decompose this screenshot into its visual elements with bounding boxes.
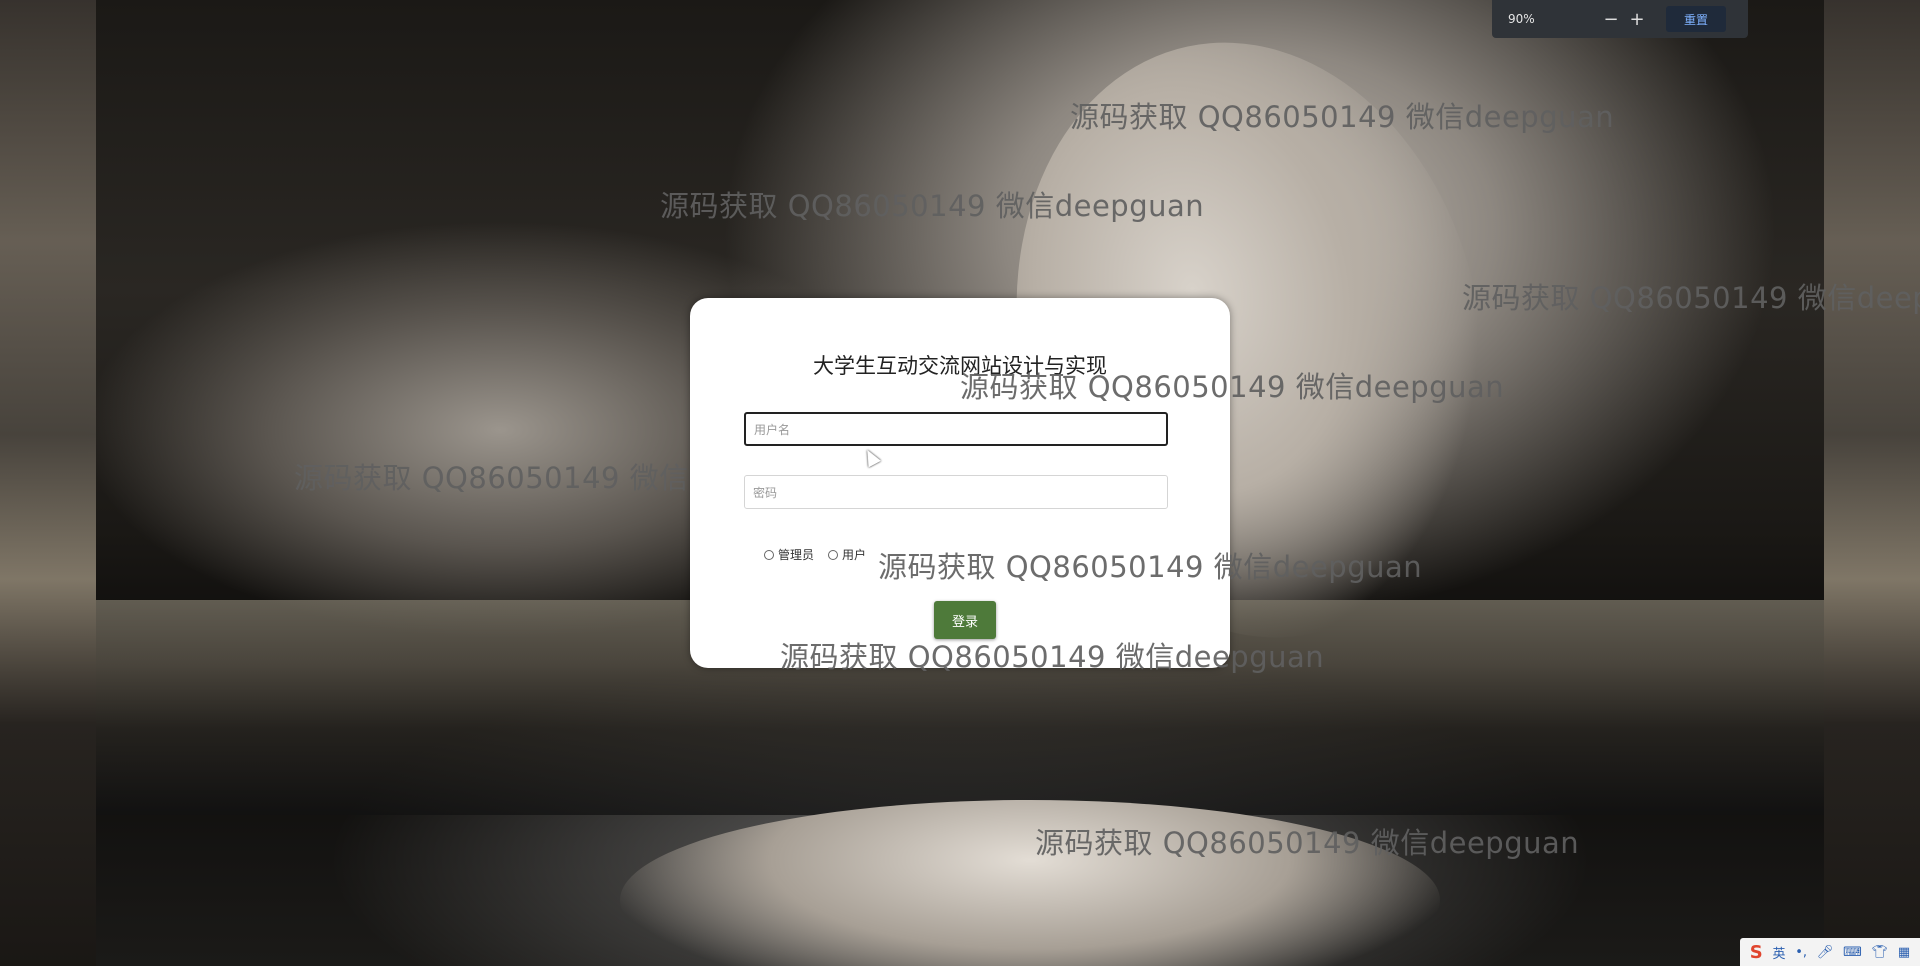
watermark: 源码获取 QQ86050149 微信deepguan [878,550,1423,584]
keyboard-icon[interactable]: ⌨ [1843,945,1862,960]
role-user-label: 用户 [842,548,867,562]
role-admin-label: 管理员 [778,548,815,562]
watermark: 源码获取 QQ86050149 微信deepguan [1070,100,1615,134]
watermark: 源码获取 QQ86050149 微信deepguan [960,370,1505,404]
zoom-out-button[interactable]: − [1598,6,1624,32]
background-left-strip [0,0,96,966]
zoom-level: 90% [1508,12,1535,26]
login-card: 大学生互动交流网站设计与实现 用户名 密码 管理员 用户 登录 [690,298,1230,668]
username-input[interactable]: 用户名 [744,412,1168,446]
microphone-icon[interactable]: 🎤︎ [1817,945,1834,960]
role-user-option[interactable]: 用户 [828,546,866,563]
zoom-in-button[interactable]: + [1624,6,1650,32]
skin-icon[interactable]: 👕︎ [1872,945,1889,960]
radio-button[interactable] [828,549,839,560]
watermark: 源码获取 QQ86050149 微信deepguan [1035,826,1580,860]
radio-button[interactable] [764,549,774,560]
role-selector: 管理员 用户 [764,546,880,563]
toolbox-icon[interactable]: ▦ [1898,945,1910,960]
password-input[interactable]: 密码 [744,475,1168,509]
watermark: 源码获取 QQ86050149 微信deepguan [780,640,1325,674]
zoom-toolbar: 90% − + 重置 [1492,0,1748,38]
punctuation-icon[interactable]: •, [1795,945,1807,960]
sogou-logo-icon[interactable]: S [1750,942,1763,963]
ime-mode-toggle[interactable]: 英 [1772,943,1785,962]
watermark: 源码获取 QQ86050149 微信deepguan [660,189,1205,223]
role-admin-option[interactable]: 管理员 [764,546,814,563]
background-right-strip [1824,0,1920,966]
ime-toolbar: S 英 •, 🎤︎ ⌨ 👕︎ ▦ [1740,938,1920,966]
zoom-reset-button[interactable]: 重置 [1666,6,1727,32]
watermark: 源码获取 QQ86050149 微信deepguan [1462,281,1920,315]
